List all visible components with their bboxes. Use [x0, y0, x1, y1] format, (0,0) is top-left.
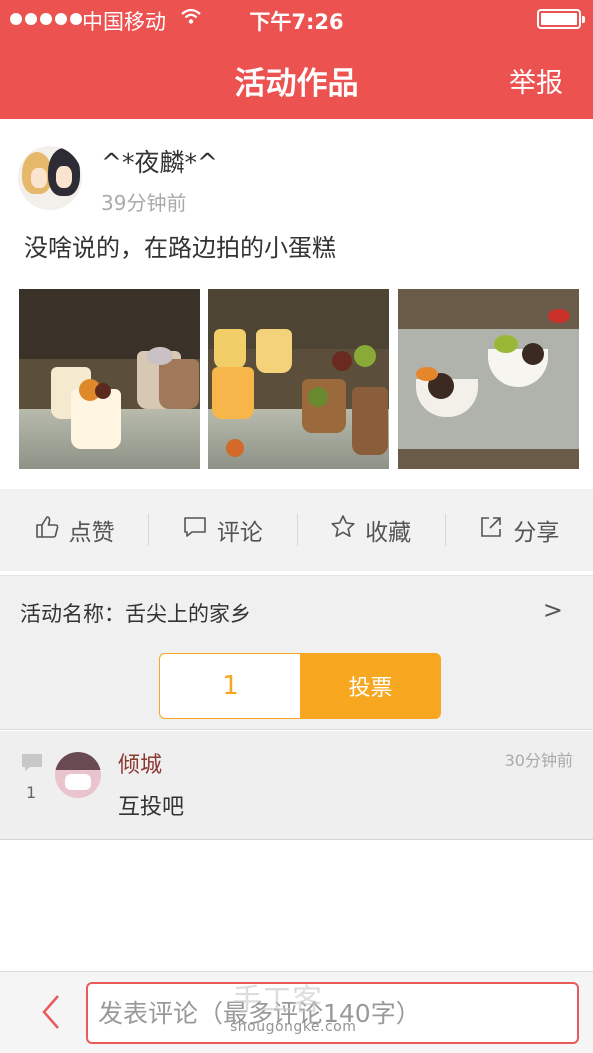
comment-input[interactable] — [86, 982, 579, 1044]
app-header: 中国移动 下午7:26 活动作品 举报 — [0, 0, 593, 119]
star-icon — [330, 514, 356, 546]
chevron-right-icon[interactable]: > — [543, 596, 563, 624]
cake-photo-3[interactable] — [398, 289, 579, 469]
comment-label: 评论 — [216, 520, 263, 546]
favorite-label: 收藏 — [365, 520, 412, 546]
action-bar: 点赞 评论 收藏 分享 — [0, 489, 593, 571]
favorite-button[interactable]: 收藏 — [296, 489, 445, 571]
share-label: 分享 — [513, 520, 560, 546]
status-bar: 中国移动 下午7:26 — [0, 0, 593, 40]
share-button[interactable]: 分享 — [444, 489, 593, 571]
back-arrow-icon[interactable] — [36, 992, 66, 1032]
page-title: 活动作品 — [234, 66, 359, 102]
status-time: 下午7:26 — [249, 10, 344, 34]
bottom-bar — [0, 971, 593, 1053]
cake-photo-2[interactable] — [208, 289, 389, 469]
thumbs-up-icon — [34, 514, 60, 546]
post-time: 39分钟前 — [101, 191, 187, 215]
vote-button[interactable]: 投票 — [300, 653, 441, 719]
commenter-avatar[interactable] — [55, 752, 101, 798]
comment-text: 互投吧 — [118, 795, 185, 820]
author-name[interactable]: ^*夜麟*^ — [101, 143, 218, 179]
event-name[interactable]: 活动名称：舌尖上的家乡 — [20, 598, 251, 628]
comment-button[interactable]: 评论 — [148, 489, 296, 571]
battery-icon — [537, 9, 585, 29]
report-button[interactable]: 举报 — [509, 61, 563, 100]
cake-photo-1[interactable] — [19, 289, 200, 469]
comment-reply-count: 1 — [26, 783, 37, 802]
comment-time: 30分钟前 — [504, 751, 573, 770]
vote-count: 1 — [159, 653, 302, 719]
commenter-name[interactable]: 倾城 — [118, 747, 162, 779]
event-section: 活动名称：舌尖上的家乡 > 1 投票 — [0, 575, 593, 730]
share-icon — [478, 514, 504, 546]
comment-bubble-icon[interactable] — [21, 753, 43, 777]
author-avatar[interactable] — [18, 146, 82, 210]
like-button[interactable]: 点赞 — [0, 489, 148, 571]
comment-icon — [182, 514, 208, 546]
like-label: 点赞 — [68, 520, 115, 546]
comment-item: 1 倾城 30分钟前 互投吧 — [0, 731, 593, 840]
post-content: 没啥说的，在路边拍的小蛋糕 — [24, 234, 336, 262]
